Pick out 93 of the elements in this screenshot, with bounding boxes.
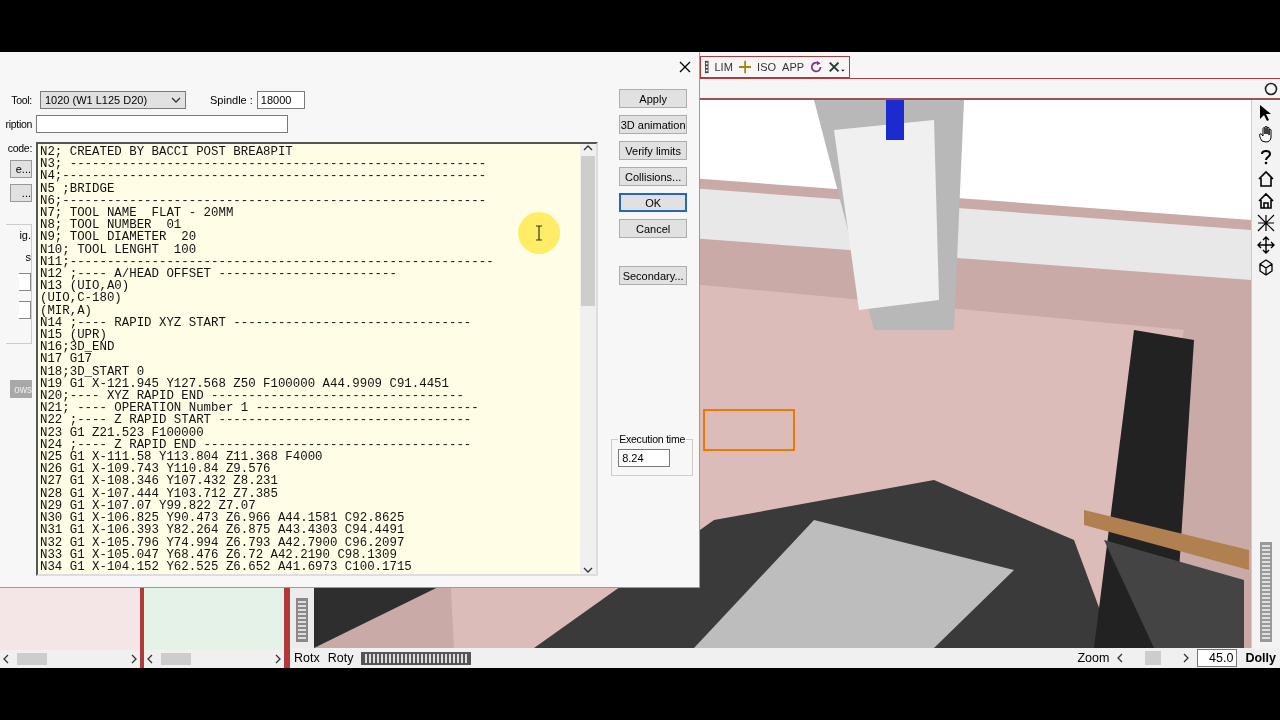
code-line: N25 G1 X-111.58 Y113.804 Z11.368 F4000 bbox=[40, 451, 323, 464]
rotate-icon[interactable] bbox=[810, 60, 823, 74]
scroll-up-icon[interactable] bbox=[583, 144, 593, 152]
toolbar-label[interactable]: APP bbox=[782, 61, 805, 73]
scroll-left-icon[interactable] bbox=[147, 654, 153, 664]
zoom-label: Zoom bbox=[1077, 651, 1110, 665]
code-line: N27 G1 X-108.346 Y107.432 Z8.231 bbox=[40, 475, 278, 488]
ribbed-grip-icon[interactable] bbox=[296, 598, 308, 642]
code-line: N12 ;---- A/HEAD OFFSET ------------------------ bbox=[40, 268, 397, 281]
hand-icon[interactable] bbox=[1257, 126, 1275, 144]
dialog-button[interactable]: Collisions... bbox=[619, 167, 688, 186]
code-line: N20;---- XYZ RAPID END ---------------------------------- bbox=[40, 390, 464, 403]
code-line: N30 G1 X-106.825 Y90.473 Z6.966 A44.1581 C92.8625 bbox=[40, 512, 405, 525]
zoom-scroll-thumb[interactable] bbox=[1145, 651, 1162, 665]
rotx-label: Rotx bbox=[294, 651, 320, 665]
group-label: ig. bbox=[19, 229, 31, 241]
side-button[interactable]: ... bbox=[10, 184, 32, 202]
move-icon[interactable] bbox=[1257, 236, 1275, 254]
rotation-wheel[interactable] bbox=[361, 651, 472, 665]
dialog-button[interactable]: Apply bbox=[619, 89, 688, 108]
cube-icon[interactable] bbox=[1257, 258, 1275, 276]
code-line: N7; TOOL NAME FLAT - 20MM bbox=[40, 207, 234, 220]
code-line: N11;--------------------------------------------------------- bbox=[40, 255, 494, 269]
code-line: N21; ---- OPERATION Number 1 ------------------------------ bbox=[40, 402, 479, 415]
close-icon[interactable] bbox=[679, 61, 691, 73]
code-line: N29 G1 X-107.07 Y99.822 Z7.07 bbox=[40, 499, 256, 513]
zoom-field[interactable]: 45.0 bbox=[1197, 649, 1238, 667]
code-line: N16;3D_END bbox=[40, 341, 115, 354]
dialog-button[interactable]: Cancel bbox=[619, 219, 688, 238]
scroll-right-icon[interactable] bbox=[1183, 653, 1190, 663]
house-icon[interactable] bbox=[1257, 192, 1275, 210]
execution-time-label: Execution time bbox=[618, 433, 687, 445]
scroll-left-icon[interactable] bbox=[1117, 653, 1124, 663]
scrollbar-thumb[interactable] bbox=[17, 653, 47, 665]
dialog-button[interactable]: OK bbox=[619, 193, 688, 212]
side-button[interactable]: e... bbox=[10, 160, 32, 178]
code-line: N28 G1 X-107.444 Y103.712 Z7.385 bbox=[40, 487, 278, 500]
code-line: (UIO,C-180) bbox=[40, 292, 122, 305]
scroll-down-icon[interactable] bbox=[583, 566, 593, 574]
code-line: N24 ;---- Z RAPID END ------------------------------------ bbox=[40, 438, 472, 452]
home-icon[interactable] bbox=[1257, 170, 1275, 188]
toolbar-label[interactable]: ISO bbox=[757, 61, 777, 73]
tool-dropdown[interactable]: 1020 (W1 L125 D20) bbox=[40, 91, 186, 109]
code-line: N19 G1 X-121.945 Y127.568 Z50 F100000 A44.9909 C91.4451 bbox=[40, 377, 449, 391]
code-line: N31 G1 X-106.393 Y82.264 Z6.875 A43.4303 C94.4491 bbox=[40, 524, 405, 537]
code-line: N13 (UIO,A0) bbox=[40, 280, 130, 293]
scrollbar-thumb[interactable] bbox=[161, 653, 191, 665]
code-line: N5 ;BRIDGE bbox=[40, 182, 115, 195]
horizontal-scrollbar[interactable] bbox=[144, 650, 284, 668]
execution-time-field[interactable]: 8.24 bbox=[618, 449, 671, 467]
code-line: N8; TOOL NUMBER 01 bbox=[40, 219, 182, 232]
scroll-right-icon[interactable] bbox=[131, 654, 137, 664]
dialog-button[interactable]: Verify limits bbox=[619, 141, 688, 160]
code-line: N15 (UPR) bbox=[40, 329, 107, 342]
code-line: N4;--------------------------------------------------------- bbox=[40, 170, 487, 183]
input-field[interactable] bbox=[19, 301, 31, 319]
scrollbar-thumb[interactable] bbox=[581, 156, 595, 306]
code-line: N3; -------------------------------------------------------- bbox=[40, 158, 487, 171]
scroll-left-icon[interactable] bbox=[3, 654, 9, 664]
toolbar-label[interactable]: LIM bbox=[714, 61, 733, 73]
code-line: N33 G1 X-105.047 Y68.476 Z6.72 A42.2190 C98.1309 bbox=[40, 548, 397, 561]
code-line: N34 G1 X-104.152 Y62.525 Z6.652 A41.6973 C100.1715 bbox=[40, 560, 412, 574]
code-line: N26 G1 X-109.743 Y110.84 Z9.576 bbox=[40, 463, 271, 476]
roty-label: Roty bbox=[327, 651, 354, 665]
chevron-down-icon bbox=[171, 97, 181, 103]
film-strip-icon[interactable] bbox=[705, 60, 709, 74]
circle-icon[interactable] bbox=[1264, 81, 1278, 96]
code-line: N32 G1 X-105.796 Y74.994 Z6.793 A42.7900 C96.2097 bbox=[40, 536, 405, 549]
scroll-right-icon[interactable] bbox=[275, 654, 281, 664]
description-label: ription bbox=[4, 118, 32, 130]
spindle-field[interactable]: 18000 bbox=[256, 91, 305, 109]
code-line: N2; CREATED BY BACCI POST BREA8PIT bbox=[40, 146, 293, 159]
code-line: N6;--------------------------------------------------------- bbox=[40, 194, 487, 207]
crosshair-icon[interactable] bbox=[738, 60, 752, 74]
code-line: N17 G17 bbox=[40, 353, 93, 366]
code-line: N18;3D_START 0 bbox=[40, 365, 145, 378]
horizontal-scrollbar[interactable] bbox=[0, 650, 140, 668]
ribbed-grip-icon[interactable] bbox=[1260, 542, 1272, 642]
group-text: s bbox=[25, 251, 31, 263]
code-line: N10; TOOL LENGHT 100 bbox=[40, 243, 197, 256]
dolly-label: Dolly bbox=[1245, 651, 1276, 665]
code-line: N22 ;---- Z RAPID START ---------------------------------- bbox=[40, 414, 472, 427]
secondary-button[interactable]: Secondary... bbox=[619, 266, 688, 285]
dialog-button[interactable]: 3D animation bbox=[619, 115, 688, 134]
text-cursor-icon bbox=[533, 225, 545, 241]
code-line: N23 G1 Z21.523 F100000 bbox=[40, 426, 204, 439]
input-field[interactable] bbox=[19, 273, 31, 291]
code-line: (MIR,A) bbox=[40, 304, 93, 317]
description-field[interactable] bbox=[36, 115, 288, 133]
tool-label: Tool: bbox=[10, 94, 32, 106]
spindle-label: Spindle : bbox=[210, 94, 253, 106]
code-line: N9; TOOL DIAMETER 20 bbox=[40, 231, 197, 244]
code-label: code: bbox=[6, 142, 32, 154]
